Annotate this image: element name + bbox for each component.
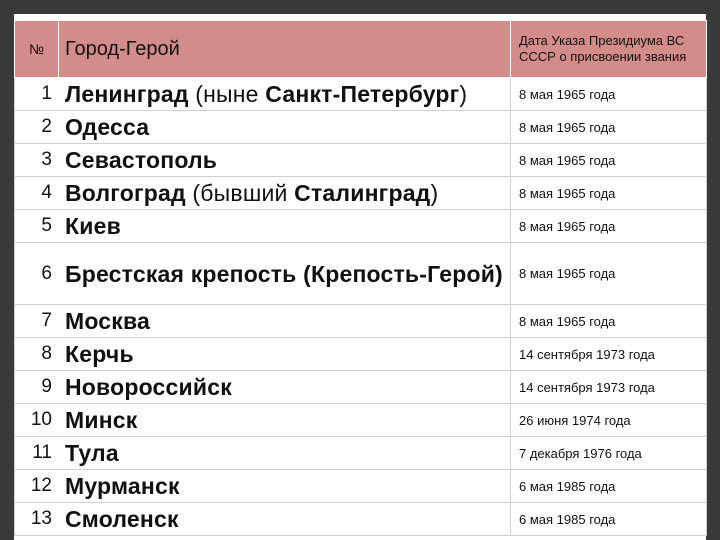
table-header-row: № Город-Герой Дата Указа Президиума ВС С…	[14, 20, 707, 78]
header-decree-date: Дата Указа Президиума ВС СССР о присвоен…	[510, 20, 707, 78]
row-city: Новороссийск	[58, 370, 511, 404]
row-number: 9	[14, 370, 59, 404]
row-city: Москва	[58, 304, 511, 338]
row-number: 6	[14, 242, 59, 305]
row-number: 3	[14, 143, 59, 177]
city-name: Новороссийск	[65, 374, 232, 400]
row-date: 14 сентября 1973 года	[510, 337, 707, 371]
row-date: 14 сентября 1973 года	[510, 370, 707, 404]
table-row: 6 Брестская крепость (Крепость-Герой) 8 …	[14, 242, 707, 305]
row-date: 8 мая 1965 года	[510, 242, 707, 305]
table-row: 7 Москва 8 мая 1965 года	[14, 304, 707, 338]
city-name: Мурманск	[65, 473, 180, 499]
hero-cities-table-container: № Город-Герой Дата Указа Президиума ВС С…	[14, 20, 707, 540]
row-number: 11	[14, 436, 59, 470]
row-number: 1	[14, 77, 59, 111]
table-row: 9 Новороссийск 14 сентября 1973 года	[14, 370, 707, 404]
table-row: 12 Мурманск 6 мая 1985 года	[14, 469, 707, 503]
row-number: 13	[14, 502, 59, 536]
row-date: 8 мая 1965 года	[510, 176, 707, 210]
row-city: Киев	[58, 209, 511, 243]
row-number: 4	[14, 176, 59, 210]
table-body: 1 Ленинград (ныне Санкт-Петербург) 8 мая…	[14, 77, 707, 536]
row-date: 26 июня 1974 года	[510, 403, 707, 437]
city-name: Тула	[65, 440, 119, 466]
city-name: Смоленск	[65, 506, 179, 532]
row-date: 7 декабря 1976 года	[510, 436, 707, 470]
city-note-end: )	[430, 180, 439, 206]
row-date: 6 мая 1985 года	[510, 469, 707, 503]
row-number: 8	[14, 337, 59, 371]
row-city: Смоленск	[58, 502, 511, 536]
table-row: 10 Минск 26 июня 1974 года	[14, 403, 707, 437]
city-name: Брестская крепость (Крепость-Герой)	[65, 260, 503, 287]
city-name-alt: Сталинград	[294, 180, 431, 206]
row-date: 8 мая 1965 года	[510, 304, 707, 338]
row-city: Брестская крепость (Крепость-Герой)	[58, 242, 511, 305]
row-city: Ленинград (ныне Санкт-Петербург)	[58, 77, 511, 111]
city-name: Севастополь	[65, 147, 218, 173]
table-row: 4 Волгоград (бывший Сталинград) 8 мая 19…	[14, 176, 707, 210]
table-row: 8 Керчь 14 сентября 1973 года	[14, 337, 707, 371]
row-city: Мурманск	[58, 469, 511, 503]
hero-cities-table: № Город-Герой Дата Указа Президиума ВС С…	[14, 20, 707, 536]
header-city: Город-Герой	[58, 20, 511, 78]
row-city: Тула	[58, 436, 511, 470]
slide-frame-left	[0, 0, 14, 540]
row-city: Одесса	[58, 110, 511, 144]
city-name: Минск	[65, 407, 138, 433]
city-name: Киев	[65, 213, 121, 239]
table-row: 13 Смоленск 6 мая 1985 года	[14, 502, 707, 536]
city-note: (бывший	[185, 180, 295, 206]
table-row: 3 Севастополь 8 мая 1965 года	[14, 143, 707, 177]
table-row: 11 Тула 7 декабря 1976 года	[14, 436, 707, 470]
row-date: 8 мая 1965 года	[510, 110, 707, 144]
header-number: №	[14, 20, 59, 78]
slide-frame-top	[0, 0, 720, 14]
row-date: 6 мая 1985 года	[510, 502, 707, 536]
row-number: 5	[14, 209, 59, 243]
row-number: 2	[14, 110, 59, 144]
city-name: Ленинград	[65, 81, 189, 107]
row-number: 10	[14, 403, 59, 437]
row-city: Минск	[58, 403, 511, 437]
city-name: Волгоград	[65, 180, 186, 206]
row-date: 8 мая 1965 года	[510, 209, 707, 243]
row-date: 8 мая 1965 года	[510, 77, 707, 111]
row-city: Керчь	[58, 337, 511, 371]
city-note-end: )	[459, 81, 468, 107]
table-row: 5 Киев 8 мая 1965 года	[14, 209, 707, 243]
city-name-alt: Санкт-Петербург	[265, 81, 460, 107]
city-name: Одесса	[65, 114, 150, 140]
row-number: 7	[14, 304, 59, 338]
row-city: Волгоград (бывший Сталинград)	[58, 176, 511, 210]
city-name: Керчь	[65, 341, 134, 367]
city-name: Москва	[65, 308, 151, 334]
city-note: (ныне	[188, 81, 266, 107]
row-city: Севастополь	[58, 143, 511, 177]
row-date: 8 мая 1965 года	[510, 143, 707, 177]
slide: № Город-Герой Дата Указа Президиума ВС С…	[0, 0, 720, 540]
slide-frame-right	[706, 0, 720, 540]
table-row: 2 Одесса 8 мая 1965 года	[14, 110, 707, 144]
table-row: 1 Ленинград (ныне Санкт-Петербург) 8 мая…	[14, 77, 707, 111]
row-number: 12	[14, 469, 59, 503]
